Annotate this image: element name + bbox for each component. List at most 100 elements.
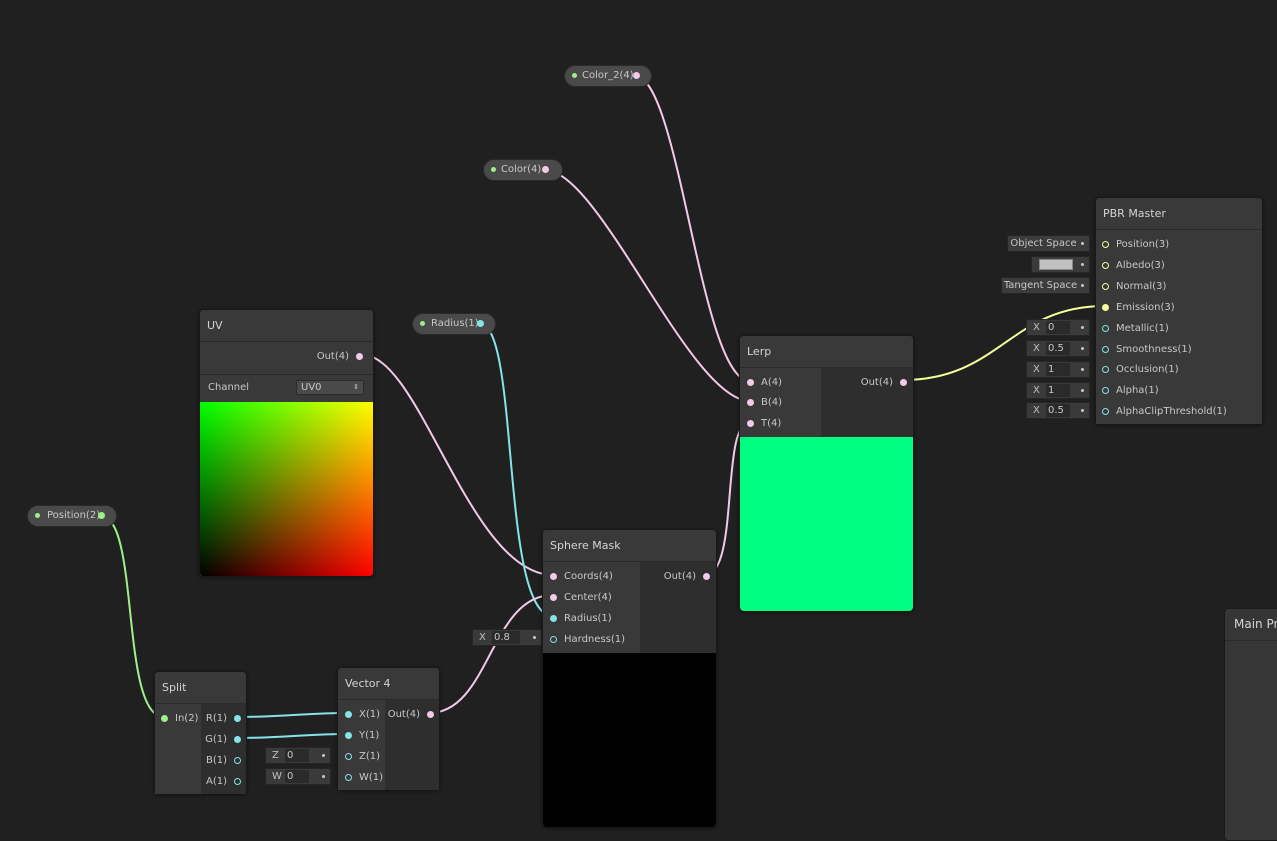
vector4-w-field[interactable]: W 0 — [265, 768, 331, 785]
port-dot[interactable] — [427, 711, 434, 718]
lerp-outputs: Out(4) — [821, 368, 913, 437]
vector4-node[interactable]: Vector 4 X(1) Y(1) Z(1) W(1) Out(4) — [337, 667, 440, 790]
port-dot[interactable] — [747, 379, 754, 386]
pbr-input-emission[interactable]: Emission(3) — [1102, 297, 1175, 318]
alpha-field[interactable]: X1 — [1026, 382, 1090, 399]
vector4-output[interactable]: Out(4) — [388, 704, 434, 725]
normal-space-field[interactable]: Tangent Space — [1001, 277, 1090, 294]
port-dot[interactable] — [345, 753, 352, 760]
property-dot — [572, 73, 577, 78]
port-dot[interactable] — [1102, 408, 1109, 415]
pbr-input-position[interactable]: Position(3) — [1102, 234, 1169, 255]
split-output-r[interactable]: R(1) — [206, 708, 241, 729]
smoothness-field[interactable]: X 0.5 — [1026, 340, 1090, 357]
port-dot[interactable] — [703, 573, 710, 580]
port-dot[interactable] — [550, 573, 557, 580]
port-dot[interactable] — [900, 379, 907, 386]
port-dot[interactable] — [1102, 346, 1109, 353]
port-dot[interactable] — [1102, 387, 1109, 394]
port-dot[interactable] — [345, 774, 352, 781]
port-dot[interactable] — [161, 715, 168, 722]
pbr-input-alpha-clip[interactable]: AlphaClipThreshold(1) — [1102, 401, 1227, 422]
property-radius[interactable]: Radius(1) — [412, 313, 496, 335]
port-dot[interactable] — [234, 736, 241, 743]
vector4-input-x[interactable]: X(1) — [345, 704, 380, 725]
port-dot[interactable] — [747, 399, 754, 406]
port-dot[interactable] — [550, 615, 557, 622]
pbr-input-metallic[interactable]: Metallic(1) — [1102, 318, 1169, 339]
field-value[interactable]: 0 — [285, 770, 309, 783]
field-port — [1081, 347, 1084, 350]
field-value[interactable]: 0.8 — [492, 631, 520, 644]
property-position[interactable]: Position(2) — [27, 505, 117, 527]
property-output-port[interactable] — [633, 72, 640, 79]
pbr-input-alpha[interactable]: Alpha(1) — [1102, 380, 1159, 401]
field-value[interactable]: 0.5 — [1046, 404, 1070, 417]
property-output-port[interactable] — [477, 320, 484, 327]
lerp-input-a[interactable]: A(4) — [747, 372, 782, 393]
uv-output[interactable]: Out(4) — [317, 346, 363, 367]
sphere-mask-node[interactable]: Sphere Mask Coords(4) Center(4) Radius(1… — [542, 529, 717, 827]
port-label: In(2) — [175, 713, 199, 724]
field-label: X — [1033, 385, 1040, 396]
hardness-field[interactable]: X 0.8 — [472, 629, 542, 646]
lerp-output[interactable]: Out(4) — [861, 372, 907, 393]
port-dot[interactable] — [1102, 304, 1109, 311]
split-output-g[interactable]: G(1) — [205, 729, 241, 750]
pbr-input-smoothness[interactable]: Smoothness(1) — [1102, 339, 1192, 360]
vector4-input-z[interactable]: Z(1) — [345, 746, 380, 767]
split-node[interactable]: Split In(2) R(1) G(1) B(1) A(1) — [154, 671, 247, 794]
albedo-color-field[interactable] — [1031, 256, 1090, 273]
sphere-mask-input-hardness[interactable]: Hardness(1) — [550, 629, 625, 650]
field-value[interactable]: 1 — [1046, 384, 1070, 397]
pbr-master-node[interactable]: PBR Master Position(3) Albedo(3) Normal(… — [1095, 197, 1263, 425]
albedo-swatch[interactable] — [1039, 259, 1073, 270]
property-color[interactable]: Color(4) — [483, 159, 563, 181]
port-dot[interactable] — [550, 636, 557, 643]
field-value[interactable]: 0 — [285, 749, 309, 762]
port-dot[interactable] — [1102, 241, 1109, 248]
pbr-input-albedo[interactable]: Albedo(3) — [1102, 255, 1165, 276]
lerp-node[interactable]: Lerp A(4) B(4) T(4) Out(4) — [739, 335, 914, 611]
field-port — [1081, 263, 1084, 266]
vector4-z-field[interactable]: Z 0 — [265, 747, 331, 764]
sphere-mask-input-coords[interactable]: Coords(4) — [550, 566, 613, 587]
pbr-input-normal[interactable]: Normal(3) — [1102, 276, 1166, 297]
sphere-mask-input-center[interactable]: Center(4) — [550, 587, 612, 608]
alpha-clip-field[interactable]: X 0.5 — [1026, 402, 1090, 419]
position-space-field[interactable]: Object Space — [1007, 235, 1090, 252]
port-dot[interactable] — [234, 757, 241, 764]
port-dot[interactable] — [1102, 262, 1109, 269]
occlusion-field[interactable]: X1 — [1026, 361, 1090, 378]
port-dot[interactable] — [1102, 325, 1109, 332]
uv-node[interactable]: UV Out(4) Channel UV0 ⇕ — [199, 309, 374, 577]
vector4-input-w[interactable]: W(1) — [345, 767, 383, 788]
field-value[interactable]: 1 — [1046, 363, 1070, 376]
port-dot[interactable] — [356, 353, 363, 360]
port-dot[interactable] — [747, 420, 754, 427]
field-value[interactable]: 0.5 — [1046, 342, 1070, 355]
lerp-input-t[interactable]: T(4) — [747, 413, 781, 434]
split-output-b[interactable]: B(1) — [206, 750, 241, 771]
split-input-in[interactable]: In(2) — [161, 708, 198, 729]
field-value[interactable]: 0 — [1046, 321, 1070, 334]
port-dot[interactable] — [1102, 283, 1109, 290]
pbr-input-occlusion[interactable]: Occlusion(1) — [1102, 359, 1179, 380]
port-dot[interactable] — [345, 711, 352, 718]
split-output-a[interactable]: A(1) — [206, 771, 241, 792]
property-output-port[interactable] — [98, 512, 105, 519]
channel-dropdown[interactable]: UV0 ⇕ — [296, 380, 364, 395]
sphere-mask-output[interactable]: Out(4) — [664, 566, 710, 587]
lerp-input-b[interactable]: B(4) — [747, 392, 782, 413]
port-dot[interactable] — [234, 778, 241, 785]
property-color2[interactable]: Color_2(4) — [564, 65, 652, 87]
port-dot[interactable] — [345, 732, 352, 739]
port-dot[interactable] — [234, 715, 241, 722]
main-preview-panel[interactable]: Main Preview — [1224, 608, 1277, 841]
port-dot[interactable] — [550, 594, 557, 601]
sphere-mask-input-radius[interactable]: Radius(1) — [550, 608, 612, 629]
port-dot[interactable] — [1102, 366, 1109, 373]
property-output-port[interactable] — [542, 166, 549, 173]
metallic-field[interactable]: X0 — [1026, 319, 1090, 336]
vector4-input-y[interactable]: Y(1) — [345, 725, 379, 746]
